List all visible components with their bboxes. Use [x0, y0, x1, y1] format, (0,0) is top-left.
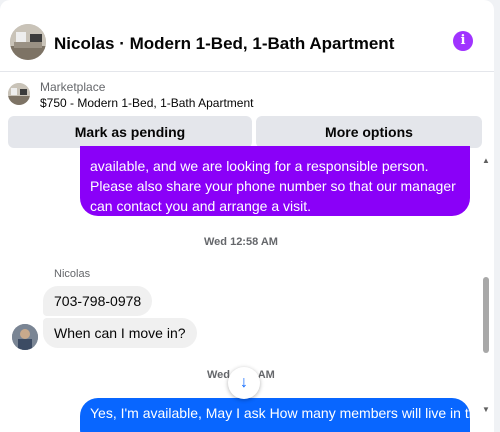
marketplace-label: Marketplace [40, 80, 106, 94]
mark-as-pending-button[interactable]: Mark as pending [8, 116, 252, 148]
incoming-message: 703-798-0978 [43, 286, 153, 316]
arrow-down-icon: ↓ [240, 374, 248, 391]
scroll-up-icon[interactable]: ▲ [482, 156, 490, 165]
outgoing-message: Yes, I'm available, May I ask How many m… [80, 398, 470, 432]
conversation-header: Nicolas · Modern 1-Bed, 1-Bath Apartment… [0, 12, 494, 72]
info-icon[interactable]: i [453, 31, 473, 51]
contact-avatar-small[interactable] [12, 324, 38, 350]
scroll-to-bottom-button[interactable]: ↓ [228, 367, 260, 399]
conversation-title[interactable]: Nicolas · Modern 1-Bed, 1-Bath Apartment [54, 34, 394, 54]
scrollbar-thumb[interactable] [483, 277, 489, 353]
sender-name: Nicolas [54, 268, 91, 280]
outgoing-message: available, and we are looking for a resp… [80, 146, 470, 216]
scroll-down-icon[interactable]: ▼ [482, 405, 490, 414]
message-timestamp: Wed 12:58 AM [204, 236, 278, 248]
listing-title[interactable]: $750 - Modern 1-Bed, 1-Bath Apartment [40, 96, 253, 110]
more-options-button[interactable]: More options [256, 116, 482, 148]
incoming-message: When can I move in? [43, 318, 197, 348]
listing-thumbnail[interactable] [8, 83, 30, 105]
contact-avatar[interactable] [10, 24, 46, 60]
